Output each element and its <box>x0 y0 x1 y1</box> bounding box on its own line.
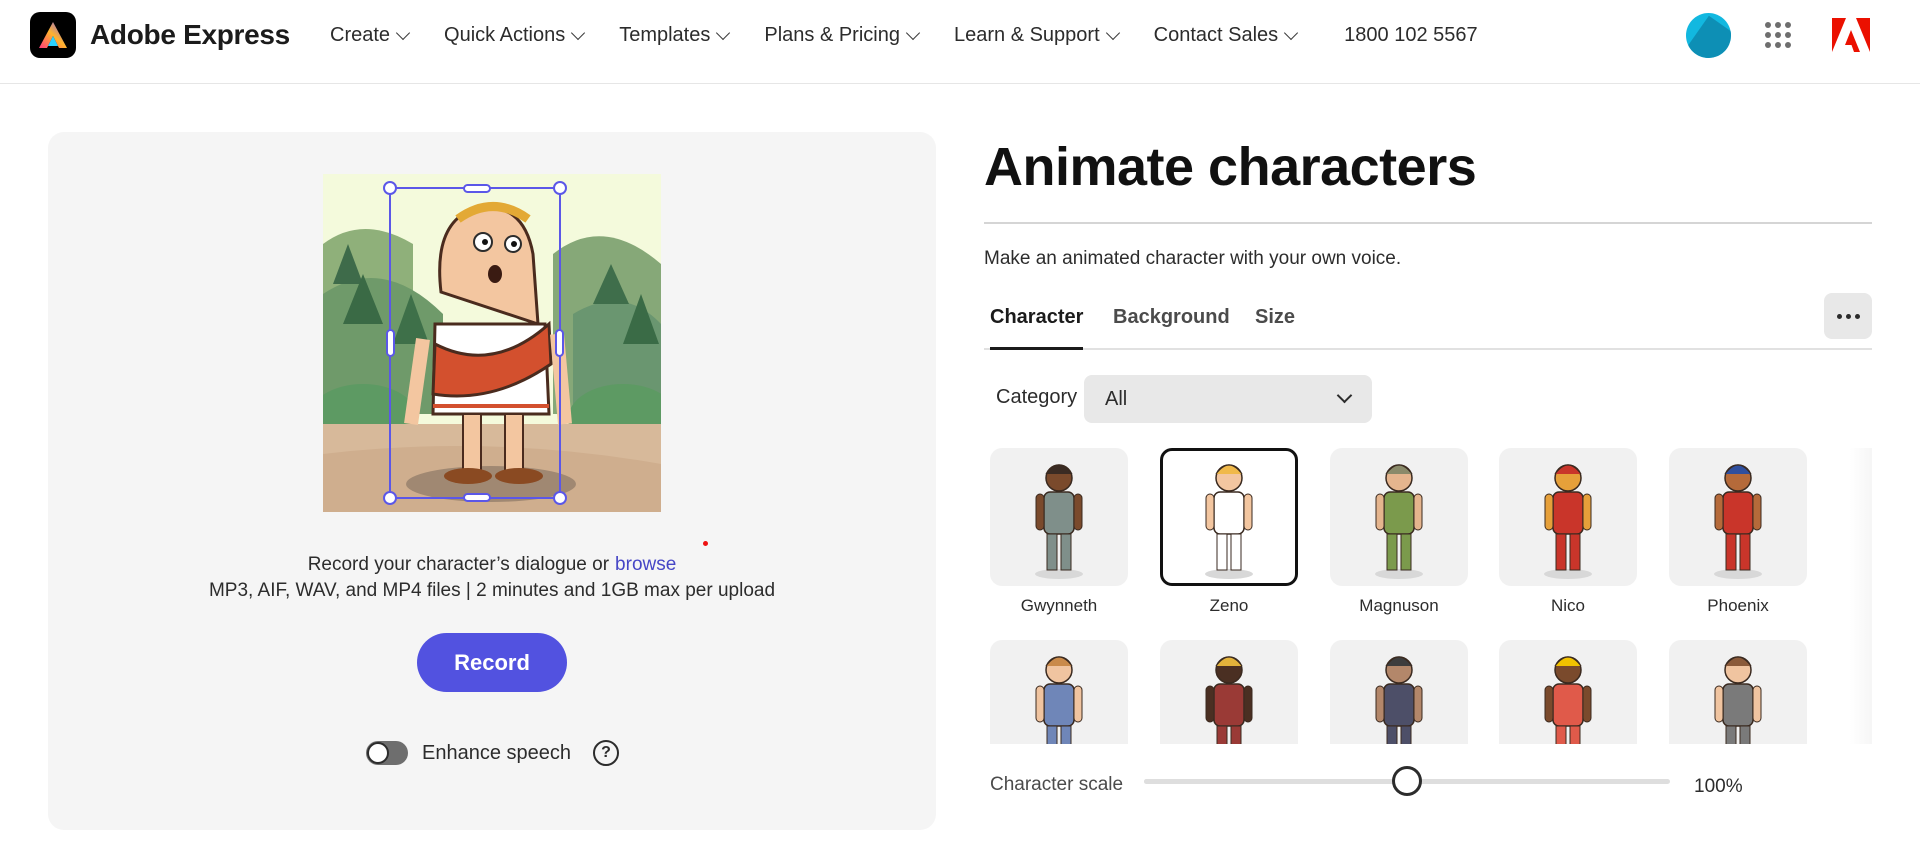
tab-size[interactable]: Size <box>1255 306 1295 329</box>
resize-handle-left[interactable] <box>386 329 395 357</box>
phone-number[interactable]: 1800 102 5567 <box>1344 24 1477 47</box>
character-card[interactable] <box>1669 448 1807 586</box>
character-thumbnail <box>1035 656 1083 744</box>
chevron-down-icon <box>1284 25 1299 40</box>
tab-background-label: Background <box>1113 306 1230 328</box>
nav-learn-support-label: Learn & Support <box>953 23 1100 46</box>
tab-character-label: Character <box>990 306 1084 328</box>
top-navigation-bar: Adobe Express Create Quick Actions Templ… <box>0 0 1920 84</box>
nav-templates[interactable]: Templates <box>619 23 731 47</box>
record-prompt: Record your character’s dialogue or <box>307 554 610 575</box>
main-nav: Create Quick Actions Templates Plans & P… <box>330 0 1478 70</box>
character-card[interactable] <box>1330 448 1468 586</box>
enhance-speech-toggle[interactable] <box>366 741 408 765</box>
nav-quick-actions-label: Quick Actions <box>444 23 566 46</box>
character-card[interactable] <box>1669 640 1807 744</box>
character-thumbnail <box>1205 464 1253 579</box>
chevron-down-icon <box>395 25 411 40</box>
resize-handle-bottom[interactable] <box>463 493 491 502</box>
enhance-speech-label: Enhance speech <box>422 741 572 764</box>
character-name: Zeno <box>1209 596 1249 615</box>
apps-grid-icon[interactable] <box>1765 22 1791 48</box>
user-avatar[interactable] <box>1686 13 1731 58</box>
resize-handle-top-left[interactable] <box>383 181 397 195</box>
selection-bounding-box[interactable] <box>383 181 567 505</box>
nav-contact-sales[interactable]: Contact Sales <box>1153 23 1299 47</box>
character-thumbnail <box>1205 656 1253 744</box>
character-scale-label: Character scale <box>990 774 1124 795</box>
record-button[interactable]: Record <box>417 633 567 692</box>
category-value: All <box>1105 388 1128 410</box>
nav-plans-pricing[interactable]: Plans & Pricing <box>764 23 921 47</box>
slider-fill <box>1144 779 1407 784</box>
recording-indicator-dot <box>703 541 708 546</box>
chevron-down-icon <box>1336 387 1353 404</box>
character-grid: Gwynneth Zeno Magnuson Nico Phoenix <box>990 448 1872 744</box>
browse-link[interactable]: browse <box>615 554 676 575</box>
adobe-express-logo-icon <box>30 12 76 58</box>
character-thumbnail <box>1375 656 1423 744</box>
character-thumbnail <box>1035 464 1083 579</box>
character-scale-slider[interactable] <box>1144 766 1670 796</box>
character-card[interactable] <box>1330 640 1468 744</box>
character-thumbnail <box>1544 464 1592 579</box>
character-card[interactable] <box>1499 448 1637 586</box>
tab-size-label: Size <box>1255 306 1296 328</box>
resize-handle-bottom-right[interactable] <box>553 491 567 505</box>
character-editor-panel: Record your character’s dialogue or brows… <box>48 132 936 830</box>
character-thumbnail <box>1375 464 1423 579</box>
more-options-icon[interactable] <box>1824 293 1872 339</box>
character-thumbnail <box>1714 656 1762 744</box>
chevron-down-icon <box>1105 25 1120 40</box>
help-icon[interactable]: ? <box>593 740 620 766</box>
page-subtitle: Make an animated character with your own… <box>984 248 1402 269</box>
adobe-logo-icon[interactable] <box>1832 18 1870 57</box>
nav-templates-label: Templates <box>619 23 711 46</box>
nav-create[interactable]: Create <box>330 23 411 47</box>
brand-name: Adobe Express <box>90 19 290 50</box>
chevron-down-icon <box>716 25 731 40</box>
nav-create-label: Create <box>330 23 391 46</box>
character-card[interactable] <box>990 640 1128 744</box>
toggle-knob <box>367 742 389 764</box>
character-card[interactable] <box>1499 640 1637 744</box>
nav-contact-sales-label: Contact Sales <box>1153 23 1279 46</box>
scroll-fade <box>1850 448 1872 744</box>
chevron-down-icon <box>571 25 586 40</box>
character-thumbnail <box>1714 464 1762 579</box>
category-label: Category <box>996 386 1078 408</box>
adobe-express-logo[interactable]: Adobe Express <box>30 12 290 58</box>
settings-tabs: Character Background Size <box>984 298 1872 350</box>
resize-handle-right[interactable] <box>555 329 564 357</box>
character-name: Magnuson <box>1359 596 1439 615</box>
category-select[interactable]: All <box>1084 375 1372 423</box>
tab-background[interactable]: Background <box>1113 306 1230 329</box>
character-thumbnail <box>1544 656 1592 744</box>
character-name: Phoenix <box>1707 596 1769 615</box>
tab-character[interactable]: Character <box>990 306 1083 329</box>
enhance-speech-row: Enhance speech ? <box>366 740 620 766</box>
character-name: Gwynneth <box>1020 596 1098 615</box>
nav-plans-pricing-label: Plans & Pricing <box>764 23 900 46</box>
nav-quick-actions[interactable]: Quick Actions <box>444 23 586 47</box>
nav-learn-support[interactable]: Learn & Support <box>953 23 1120 47</box>
resize-handle-top[interactable] <box>463 184 491 193</box>
slider-thumb[interactable] <box>1392 766 1422 796</box>
file-info: MP3, AIF, WAV, and MP4 files | 2 minutes… <box>208 580 776 601</box>
character-card[interactable] <box>1160 640 1298 744</box>
character-name: Nico <box>1550 596 1585 615</box>
character-preview[interactable] <box>323 174 661 512</box>
chevron-down-icon <box>905 25 921 40</box>
page-title: Animate characters <box>984 137 1477 197</box>
upload-instructions: Record your character’s dialogue or brows… <box>48 552 936 604</box>
title-divider <box>984 222 1872 224</box>
character-card[interactable] <box>1160 448 1298 586</box>
active-tab-indicator <box>990 347 1083 350</box>
resize-handle-bottom-left[interactable] <box>383 491 397 505</box>
character-scale-value: 100% <box>1694 776 1743 797</box>
character-card[interactable] <box>990 448 1128 586</box>
resize-handle-top-right[interactable] <box>553 181 567 195</box>
